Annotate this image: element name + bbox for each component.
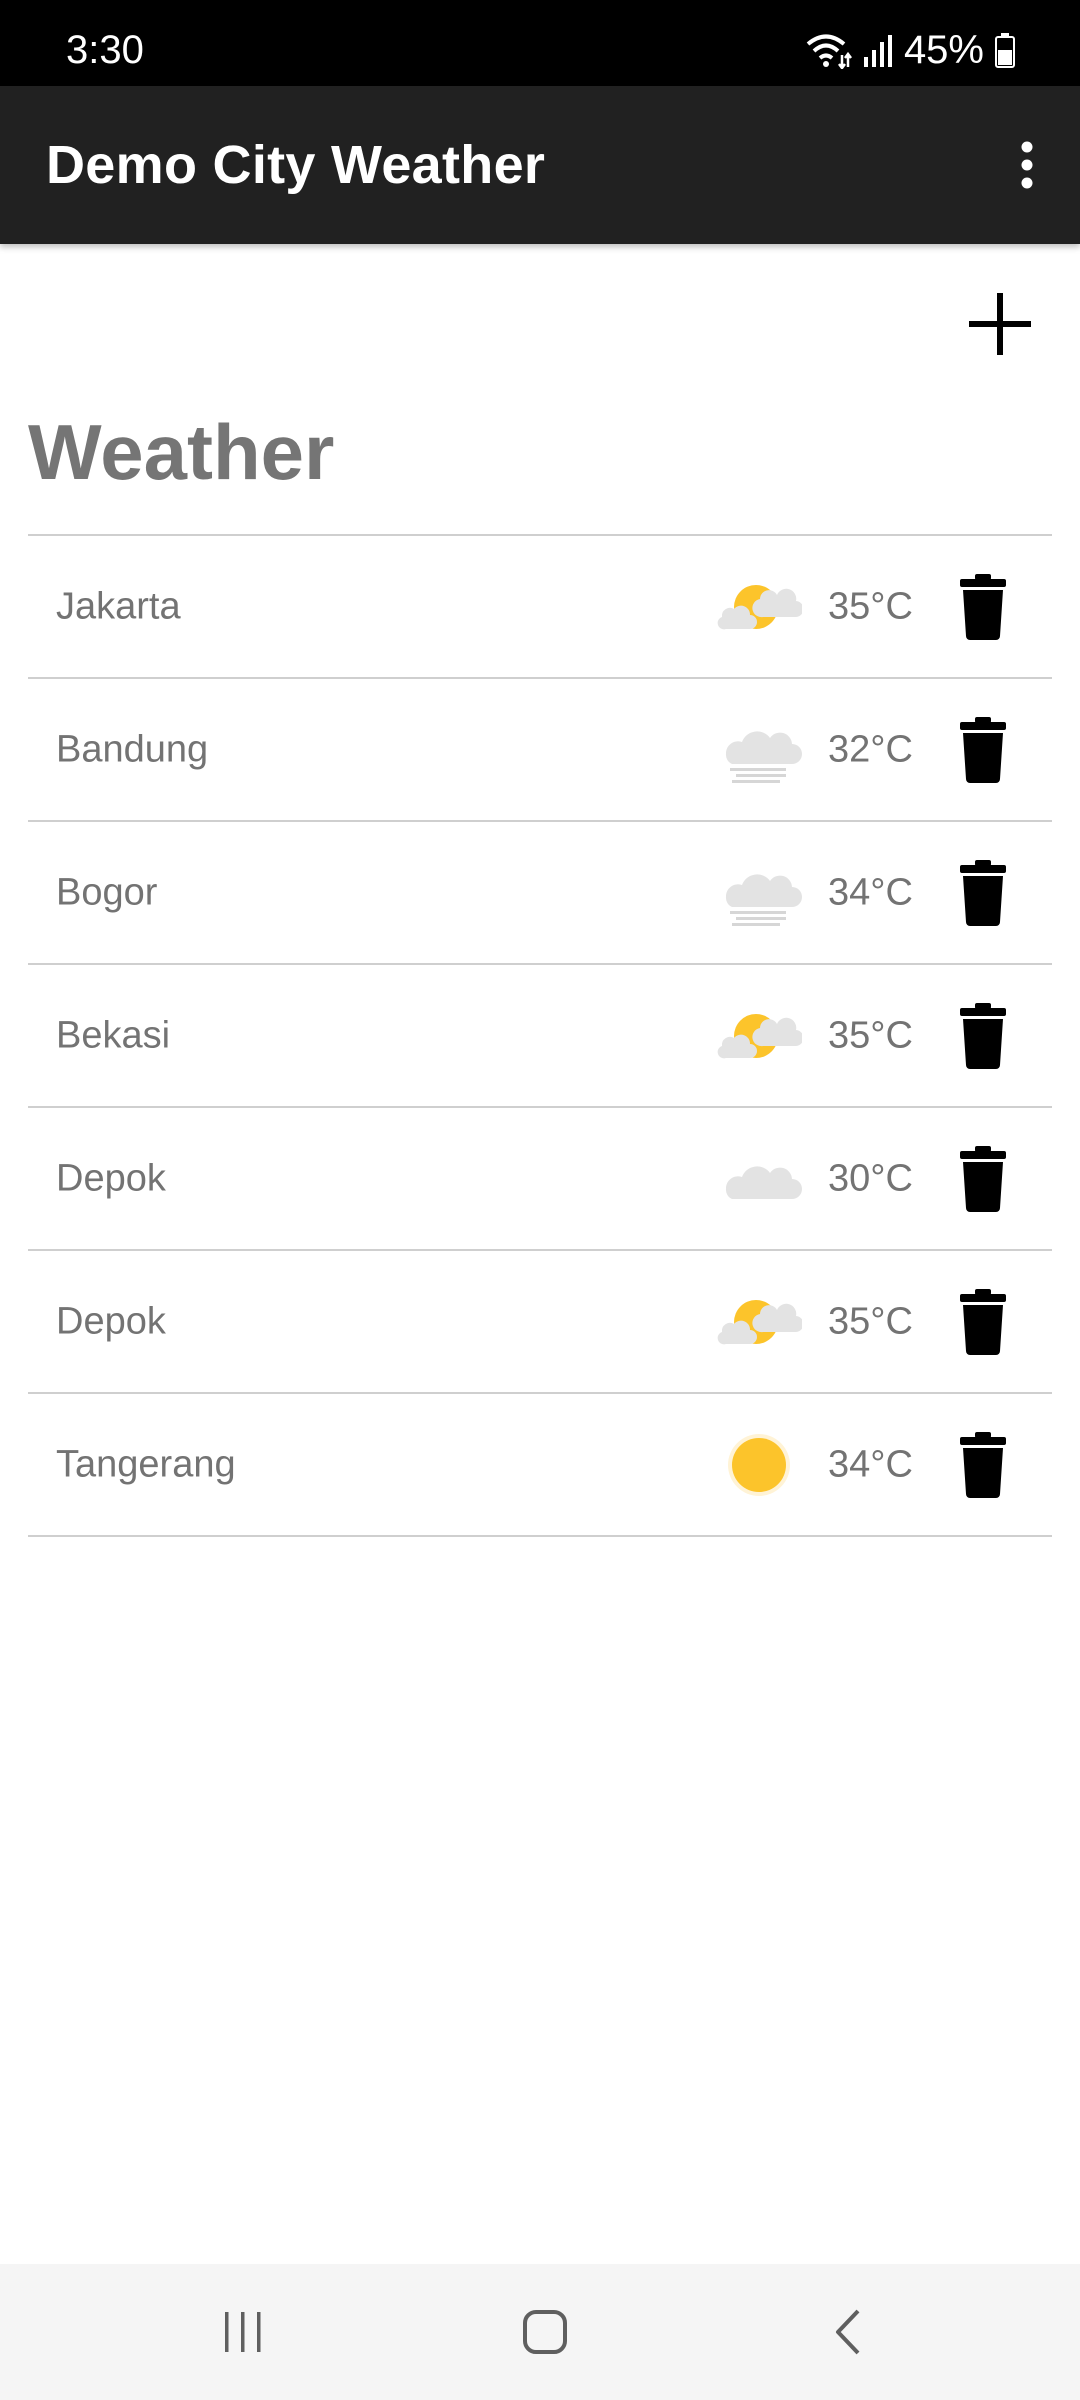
temperature: 35°C <box>828 585 913 627</box>
back-icon <box>836 2309 860 2355</box>
partly-cloudy-icon <box>716 1286 804 1358</box>
status-icons: 45% <box>804 28 1016 72</box>
temperature: 30°C <box>828 1157 913 1199</box>
city-row[interactable]: Bekasi 35°C <box>28 965 1052 1108</box>
fog-icon <box>716 857 802 929</box>
recent-apps-icon <box>225 2312 261 2352</box>
city-name: Bandung <box>56 728 209 770</box>
trash-icon <box>958 573 1008 640</box>
signal-icon <box>863 35 892 67</box>
battery-percent: 45% <box>903 28 984 72</box>
city-name: Depok <box>56 1157 166 1199</box>
sun-icon <box>716 1429 802 1501</box>
fog-icon <box>716 714 802 786</box>
city-row[interactable]: Tangerang 34°C <box>28 1394 1052 1537</box>
app-title: Demo City Weather <box>46 135 546 195</box>
temperature: 34°C <box>828 1443 913 1485</box>
delete-city-button[interactable] <box>948 991 1018 1081</box>
city-name: Depok <box>56 1300 166 1342</box>
city-row[interactable]: Depok 35°C <box>28 1251 1052 1394</box>
delete-city-button[interactable] <box>948 705 1018 795</box>
status-bar: 3:30 45% <box>0 0 1080 86</box>
delete-city-button[interactable] <box>948 562 1018 652</box>
partly-cloudy-icon <box>716 1000 804 1072</box>
trash-icon <box>958 1288 1008 1355</box>
trash-icon <box>958 859 1008 926</box>
temperature: 35°C <box>828 1300 913 1342</box>
status-time: 3:30 <box>66 28 144 72</box>
trash-icon <box>958 1002 1008 1069</box>
trash-icon <box>958 716 1008 783</box>
trash-icon <box>958 1145 1008 1212</box>
home-icon <box>523 2310 567 2354</box>
back-button[interactable] <box>788 2292 908 2372</box>
navigation-bar <box>0 2264 1080 2400</box>
temperature: 32°C <box>828 728 913 770</box>
trash-icon <box>958 1431 1008 1498</box>
section-title: Weather <box>28 408 335 496</box>
city-name: Bogor <box>56 871 158 913</box>
cloud-icon <box>716 1143 802 1215</box>
city-row[interactable]: Bogor 34°C <box>28 822 1052 965</box>
overflow-menu-button[interactable] <box>992 130 1062 200</box>
city-name: Tangerang <box>56 1443 236 1485</box>
temperature: 34°C <box>828 871 913 913</box>
wifi-icon <box>806 34 852 69</box>
home-button[interactable] <box>485 2292 605 2372</box>
city-name: Bekasi <box>56 1014 171 1056</box>
battery-icon <box>995 33 1015 68</box>
more-vert-icon <box>1021 141 1033 189</box>
city-row[interactable]: Bandung 32°C <box>28 679 1052 822</box>
delete-city-button[interactable] <box>948 1134 1018 1224</box>
add-city-button[interactable] <box>960 284 1040 364</box>
partly-cloudy-icon <box>716 571 804 643</box>
recent-apps-button[interactable] <box>183 2292 303 2372</box>
temperature: 35°C <box>828 1014 913 1056</box>
city-row[interactable]: Jakarta 35°C <box>28 536 1052 679</box>
app-bar: Demo City Weather <box>0 86 1080 244</box>
delete-city-button[interactable] <box>948 848 1018 938</box>
delete-city-button[interactable] <box>948 1277 1018 1367</box>
plus-icon <box>969 293 1031 355</box>
city-name: Jakarta <box>56 585 181 627</box>
city-row[interactable]: Depok 30°C <box>28 1108 1052 1251</box>
city-list: Jakarta 35°C Bandung 32°C Bogor 34°C Bekasi 35°… <box>28 534 1052 1537</box>
delete-city-button[interactable] <box>948 1420 1018 1510</box>
